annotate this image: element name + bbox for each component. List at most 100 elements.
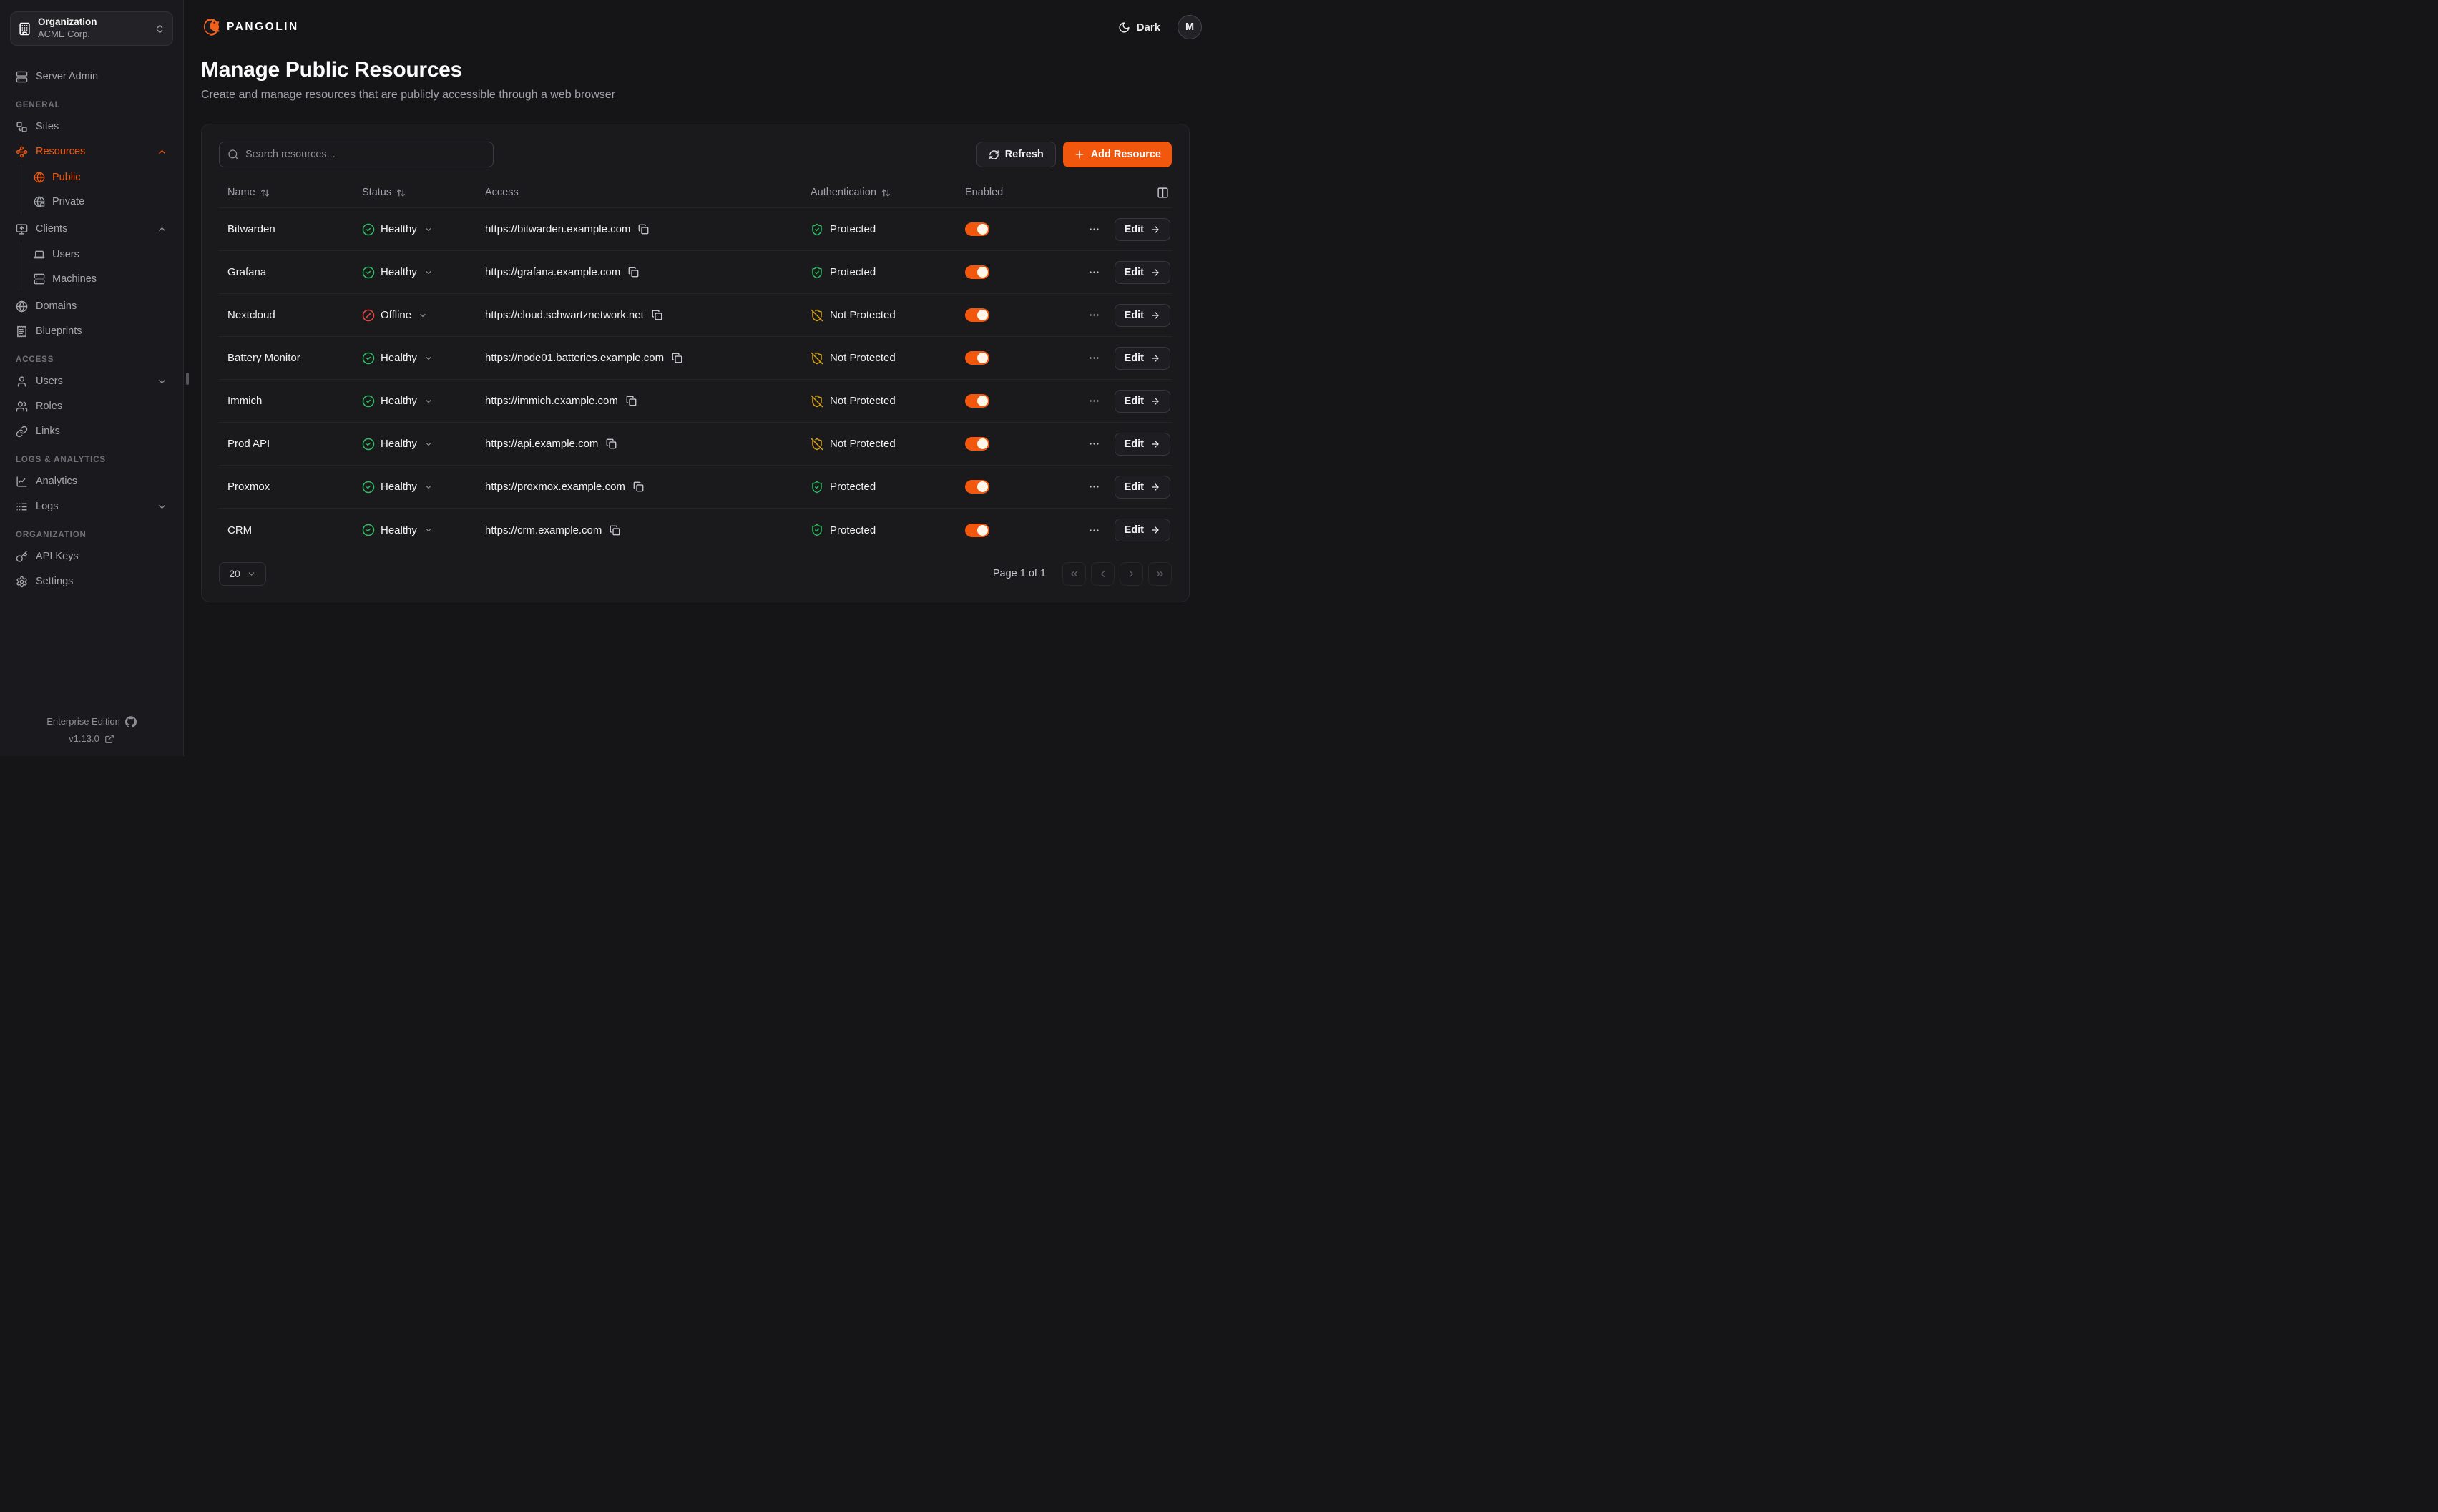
sidebar-item-analytics[interactable]: Analytics [10, 469, 173, 494]
arrow-right-icon [1150, 353, 1160, 363]
sidebar-item-logs[interactable]: Logs [10, 494, 173, 519]
chevron-down-icon [247, 569, 256, 579]
page-size-select[interactable]: 20 [219, 562, 266, 586]
row-menu-button[interactable] [1088, 309, 1100, 321]
sidebar-item-links[interactable]: Links [10, 419, 173, 443]
edit-button[interactable]: Edit [1115, 347, 1170, 370]
copy-icon[interactable] [628, 267, 639, 278]
user-icon [16, 375, 28, 388]
first-page-button[interactable] [1062, 562, 1086, 586]
sidebar-item-server-admin[interactable]: Server Admin [10, 64, 173, 89]
sidebar-item-machines[interactable]: Machines [28, 267, 173, 291]
copy-icon[interactable] [633, 481, 644, 492]
external-link-icon[interactable] [104, 734, 114, 744]
edit-button[interactable]: Edit [1115, 218, 1170, 241]
table-row: Battery Monitor Healthy https://node01.b… [219, 337, 1172, 380]
sidebar-item-clients[interactable]: Clients [10, 217, 173, 241]
status-dropdown[interactable]: Healthy [353, 481, 476, 494]
column-header-name[interactable]: Name [219, 187, 353, 198]
status-dropdown[interactable]: Offline [353, 309, 476, 322]
brand[interactable]: PANGOLIN [201, 18, 299, 37]
add-resource-button[interactable]: Add Resource [1063, 142, 1172, 167]
copy-icon[interactable] [638, 224, 649, 235]
copy-icon[interactable] [672, 353, 682, 363]
edit-label: Edit [1125, 353, 1144, 364]
edit-button[interactable]: Edit [1115, 304, 1170, 327]
copy-icon[interactable] [606, 438, 617, 449]
enabled-toggle[interactable] [965, 351, 989, 365]
status-dropdown[interactable]: Healthy [353, 438, 476, 451]
resource-name: Nextcloud [219, 309, 353, 321]
row-menu-button[interactable] [1088, 395, 1100, 407]
auth-label: Protected [830, 266, 876, 278]
edit-button[interactable]: Edit [1115, 390, 1170, 413]
sidebar-item-settings[interactable]: Settings [10, 569, 173, 594]
status-dropdown[interactable]: Healthy [353, 395, 476, 408]
search-input[interactable] [245, 149, 485, 160]
prev-page-button[interactable] [1091, 562, 1115, 586]
copy-icon[interactable] [652, 310, 662, 320]
pagination: 20 Page 1 of 1 [219, 551, 1172, 596]
server-icon [34, 273, 45, 285]
row-menu-button[interactable] [1088, 481, 1100, 493]
enabled-toggle[interactable] [965, 265, 989, 279]
row-menu-button[interactable] [1088, 223, 1100, 235]
row-menu-button[interactable] [1088, 524, 1100, 536]
add-resource-label: Add Resource [1091, 149, 1161, 160]
edit-button[interactable]: Edit [1115, 519, 1170, 541]
arrow-right-icon [1150, 525, 1160, 535]
columns-visibility-button[interactable] [1071, 187, 1172, 199]
sidebar-item-private[interactable]: Private [28, 190, 173, 214]
globe-icon [34, 172, 45, 183]
status-label: Healthy [381, 352, 417, 364]
resources-icon [16, 146, 28, 158]
edit-button[interactable]: Edit [1115, 261, 1170, 284]
sidebar-item-users[interactable]: Users [10, 369, 173, 393]
enabled-toggle[interactable] [965, 222, 989, 236]
sidebar-item-blueprints[interactable]: Blueprints [10, 319, 173, 343]
row-menu-button[interactable] [1088, 352, 1100, 364]
resource-url: https://node01.batteries.example.com [485, 352, 664, 364]
status-dropdown[interactable]: Healthy [353, 524, 476, 536]
version-label[interactable]: v1.13.0 [69, 730, 99, 747]
sidebar-item-public[interactable]: Public [28, 165, 173, 190]
sidebar-item-api-keys[interactable]: API Keys [10, 544, 173, 569]
sidebar-section-general: GENERAL [16, 101, 167, 109]
copy-icon[interactable] [610, 525, 620, 536]
column-header-authentication[interactable]: Authentication [802, 187, 956, 198]
status-dropdown[interactable]: Healthy [353, 266, 476, 279]
shield-off-icon [811, 309, 823, 322]
chevron-down-icon [424, 268, 433, 277]
refresh-button[interactable]: Refresh [976, 142, 1056, 167]
next-page-button[interactable] [1120, 562, 1143, 586]
sidebar-item-label: Machines [52, 273, 97, 285]
enabled-toggle[interactable] [965, 394, 989, 408]
chevron-down-icon [424, 225, 433, 234]
github-icon[interactable] [125, 716, 137, 727]
column-header-status[interactable]: Status [353, 187, 476, 198]
org-selector[interactable]: Organization ACME Corp. [10, 11, 173, 46]
sidebar-item-domains[interactable]: Domains [10, 294, 173, 318]
sidebar-item-sites[interactable]: Sites [10, 114, 173, 139]
status-label: Healthy [381, 266, 417, 278]
moon-icon [1118, 21, 1130, 34]
theme-toggle[interactable]: Dark [1118, 21, 1160, 34]
sidebar-item-resources[interactable]: Resources [10, 139, 173, 164]
avatar[interactable]: M [1178, 15, 1202, 39]
copy-icon[interactable] [626, 396, 637, 406]
row-menu-button[interactable] [1088, 266, 1100, 278]
sidebar-item-roles[interactable]: Roles [10, 394, 173, 418]
row-menu-button[interactable] [1088, 438, 1100, 450]
enabled-toggle[interactable] [965, 480, 989, 494]
last-page-button[interactable] [1148, 562, 1172, 586]
enabled-toggle[interactable] [965, 524, 989, 537]
enabled-toggle[interactable] [965, 437, 989, 451]
enabled-toggle[interactable] [965, 308, 989, 322]
edit-button[interactable]: Edit [1115, 476, 1170, 499]
status-dropdown[interactable]: Healthy [353, 352, 476, 365]
building-icon [18, 22, 31, 36]
status-dropdown[interactable]: Healthy [353, 223, 476, 236]
edit-button[interactable]: Edit [1115, 433, 1170, 456]
sidebar-item-client-users[interactable]: Users [28, 242, 173, 267]
resource-name: Immich [219, 395, 353, 407]
